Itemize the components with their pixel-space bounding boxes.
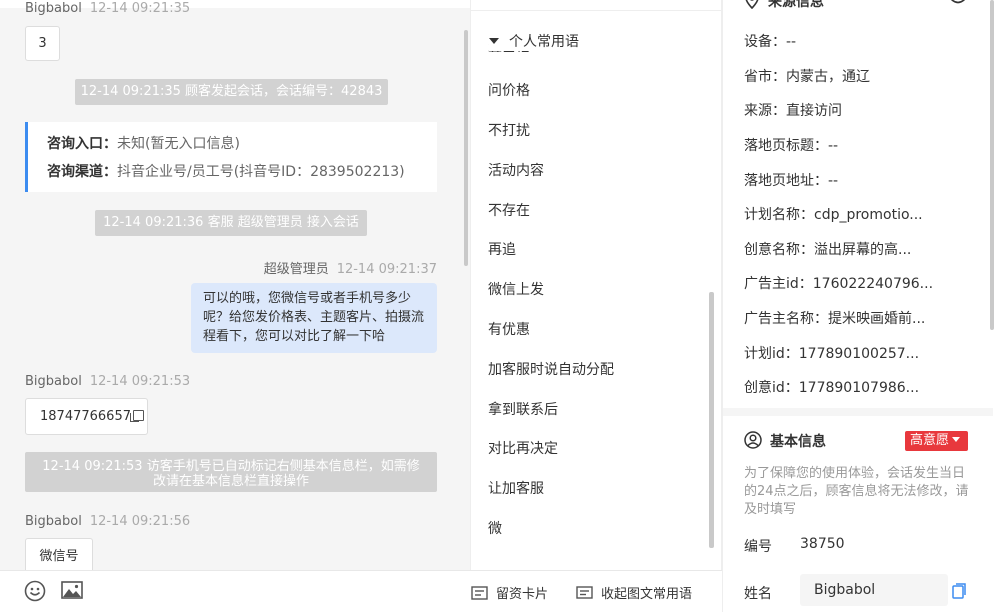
visitor-phone-message[interactable]: 18747766657	[25, 398, 148, 435]
visitor-message[interactable]: 3	[25, 26, 60, 61]
copy-icon[interactable]	[952, 583, 966, 603]
app: Bigbabol 12-14 09:21:35 3 12-14 09:21:35 …	[0, 0, 996, 612]
basic-info-title: 基本信息	[744, 431, 826, 451]
card-icon	[471, 586, 488, 600]
shield-icon[interactable]	[949, 0, 967, 11]
sender-name: Bigbabol	[25, 374, 82, 389]
advertiser-id: 广告主id：176022240796...	[744, 276, 934, 292]
phrase-item[interactable]: 拿到联系后	[488, 399, 558, 419]
smiley-icon[interactable]	[24, 580, 46, 606]
source-info-title: 来源信息	[744, 0, 824, 11]
agent-message[interactable]: 可以的哦，您微信号或者手机号多少呢？给您发价格表、主题客片、拍摄流程看下，您可以…	[191, 283, 437, 353]
id-value: 38750	[800, 536, 845, 552]
sender-name: Bigbabol	[25, 514, 82, 529]
visitor-message[interactable]: 微信号	[25, 538, 93, 570]
campaign-name: 计划名称：cdp_promotio...	[744, 207, 923, 223]
chat-panel: Bigbabol 12-14 09:21:35 3 12-14 09:21:35 …	[0, 0, 470, 570]
phrase-item[interactable]: 不存在	[488, 200, 530, 220]
landing-page-url: 落地页地址：--	[744, 173, 839, 189]
location-icon	[745, 0, 759, 10]
lead-card-label: 留资卡片	[496, 587, 549, 602]
collapse-phrases-button[interactable]: 收起图文常用语	[576, 583, 692, 602]
divider	[471, 10, 721, 11]
bottom-toolbar: 留资卡片 收起图文常用语	[0, 570, 722, 612]
collapse-phrases-label: 收起图文常用语	[601, 587, 693, 602]
phrase-item[interactable]: 有优惠	[488, 319, 530, 339]
agent-message-meta: 超级管理员 12-14 09:21:37	[264, 258, 437, 277]
phrase-item[interactable]: 对比再决定	[488, 438, 558, 458]
source-channel: 来源：直接访问	[744, 103, 842, 119]
advertiser-name: 广告主名称：提米映画婚前...	[744, 311, 926, 327]
image-icon[interactable]	[61, 580, 83, 604]
campaign-id: 计划id：177890100257...	[744, 346, 920, 362]
basic-info-label: 基本信息	[770, 434, 826, 450]
sender-name: Bigbabol	[25, 1, 82, 16]
system-message: 12-14 09:21:35 顾客发起会话，会话编号：42843	[75, 79, 388, 105]
name-input[interactable]: Bigbabol	[800, 574, 948, 606]
phrase-item[interactable]: 再追	[488, 239, 516, 259]
message-meta: Bigbabol 12-14 09:21:53	[25, 374, 190, 389]
phrase-item[interactable]: 问价格	[488, 80, 530, 100]
entry-label: 咨询入口：	[47, 136, 117, 152]
phrase-item[interactable]: 微	[488, 518, 502, 538]
message-meta: Bigbabol 12-14 09:21:35	[25, 1, 190, 16]
id-label: 编号	[744, 539, 772, 555]
caret-down-icon	[952, 437, 961, 442]
customer-info-panel: 来源信息 设备：-- 省市：内蒙古，通辽 来源：直接访问 落地页标题：-- 落地…	[722, 0, 996, 612]
lead-card-button[interactable]: 留资卡片	[471, 583, 548, 602]
system-message: 12-14 09:21:36 客服 超级管理员 接入会话	[95, 210, 367, 236]
chat-scrollbar[interactable]	[464, 30, 468, 266]
creative-id: 创意id：177890107986...	[744, 380, 920, 396]
source-region: 省市：内蒙古，通辽	[744, 69, 870, 85]
message-time: 12-14 09:21:53	[89, 374, 191, 389]
channel-value: 抖音企业号/员工号(抖音号ID：2839502213)	[117, 164, 405, 180]
message-time: 12-14 09:21:35	[89, 1, 191, 16]
creative-name: 创意名称：溢出屏幕的高...	[744, 242, 912, 258]
info-scrollbar[interactable]	[990, 0, 994, 330]
landing-page-title: 落地页标题：--	[744, 138, 839, 154]
name-label: 姓名	[744, 586, 772, 602]
agent-name: 超级管理员	[263, 262, 329, 277]
message-time: 12-14 09:21:56	[89, 514, 191, 529]
phrase-item[interactable]: 加客服时说自动分配	[488, 359, 614, 379]
intent-level-dropdown[interactable]: 高意愿	[905, 431, 968, 451]
phrases-group-title: 个人常用语	[509, 34, 579, 50]
channel-label: 咨询渠道：	[47, 164, 117, 180]
message-meta: Bigbabol 12-14 09:21:56	[25, 514, 190, 529]
phrase-item[interactable]: 微信上发	[488, 279, 544, 299]
phrases-panel: 要电话 个人常用语 问价格 不打扰 活动内容 不存在 再追 微信上发 有优惠 加…	[470, 0, 722, 570]
phrases-group-header[interactable]: 个人常用语	[489, 31, 585, 51]
section-divider	[723, 408, 993, 416]
caret-down-icon	[489, 38, 499, 44]
phrases-scrollbar[interactable]	[709, 292, 714, 548]
phrase-item[interactable]: 不打扰	[488, 120, 530, 140]
source-info-label: 来源信息	[768, 0, 824, 10]
edit-notice: 为了保障您的使用体验，会话发生当日的24点之后，顾客信息将无法修改，请及时填写	[744, 466, 969, 517]
entry-value: 未知(暂无入口信息)	[117, 136, 240, 152]
phone-number: 18747766657	[40, 409, 131, 424]
message-icon	[576, 586, 593, 599]
user-icon	[744, 431, 762, 449]
copy-icon[interactable]	[129, 410, 144, 422]
message-time: 12-14 09:21:37	[336, 262, 437, 277]
consult-info-card: 咨询入口：未知(暂无入口信息) 咨询渠道：抖音企业号/员工号(抖音号ID：283…	[25, 122, 437, 192]
system-message: 12-14 09:21:53 访客手机号已自动标记右侧基本信息栏，如需修改请在基…	[25, 452, 437, 492]
source-device: 设备：--	[744, 34, 797, 50]
phrase-item[interactable]: 活动内容	[488, 160, 544, 180]
intent-level-label: 高意愿	[910, 433, 950, 448]
phrase-item[interactable]: 让加客服	[488, 478, 544, 498]
